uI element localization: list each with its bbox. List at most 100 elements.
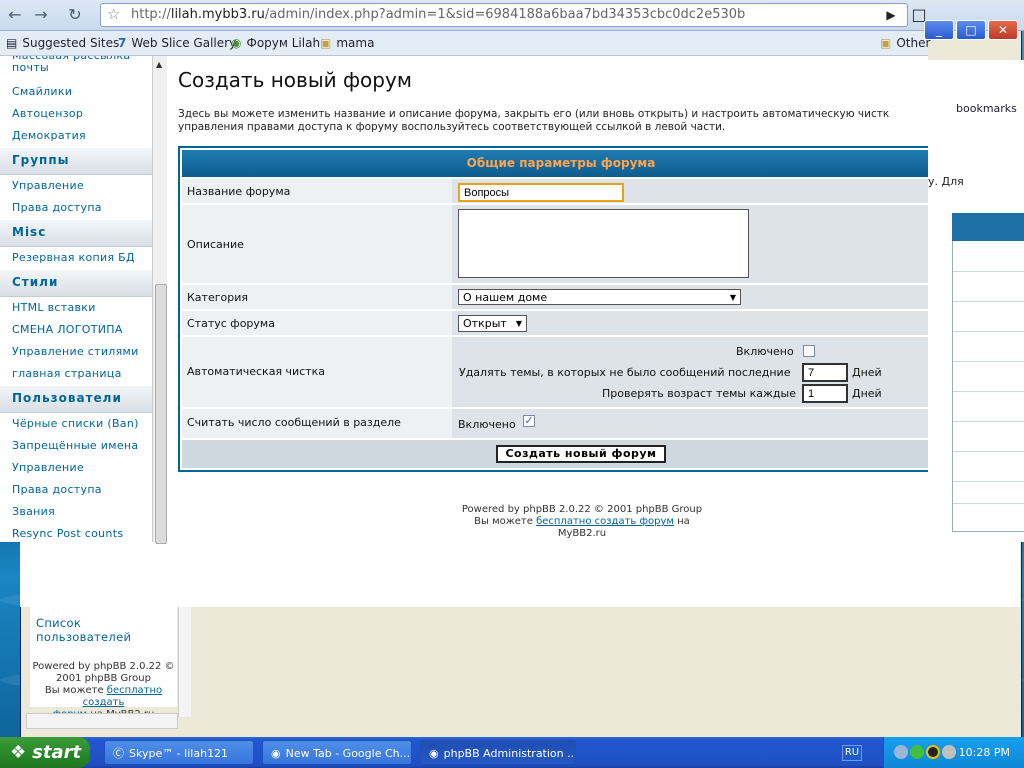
bookmark-suggested-sites[interactable]: ▤ Suggested Sites: [6, 36, 119, 50]
bookmarks-label[interactable]: bookmarks: [956, 102, 1017, 115]
nav-link[interactable]: Управление стилями: [0, 341, 152, 363]
back-arrow-icon[interactable]: ←: [4, 5, 26, 25]
clock: 10:28 PM: [958, 746, 1010, 759]
chrome-icon: ◉: [429, 747, 439, 760]
form-submit-row: Создать новый форум: [182, 440, 928, 468]
prune-days-input[interactable]: [802, 363, 848, 382]
task-skype[interactable]: Ⓒ Skype™ - lilah121: [104, 740, 254, 765]
language-indicator[interactable]: RU: [842, 745, 862, 761]
bookmark-forum-lilah[interactable]: ◉ Форум Lilah: [231, 36, 320, 50]
table-line: [953, 271, 1024, 272]
nav-link[interactable]: Демократия: [0, 125, 152, 147]
skype-tray-icon[interactable]: [910, 745, 924, 759]
footer-link[interactable]: бесплатно создать форум: [536, 516, 674, 527]
bookmark-label: Web Slice Gallery: [131, 36, 237, 50]
nav-scrollbar[interactable]: ▲: [152, 56, 167, 544]
nav-link[interactable]: Чёрные списки (Ban): [0, 413, 152, 435]
task-chrome-new-tab[interactable]: ◉ New Tab - Google Ch...: [262, 740, 412, 765]
slice-icon: 7: [118, 36, 127, 50]
task-chrome-phpbb[interactable]: ◉ phpBB Administration ...: [420, 740, 576, 765]
prune-days-unit: Дней: [852, 366, 882, 379]
windows-taskbar: ❖ start Ⓒ Skype™ - lilah121 ◉ New Tab - Goo…: [0, 737, 1024, 768]
user-list-link[interactable]: Список пользователей: [36, 616, 177, 644]
footer-text: Powered by phpBB 2.0.22 ©: [32, 661, 175, 672]
reload-icon[interactable]: ↻: [64, 5, 86, 25]
nav-section-header: Misc: [0, 219, 152, 247]
browser-window: ← → ↻ ☆ http://lilah.mybb3.ru/admin/inde…: [0, 0, 1024, 544]
background-horizontal-scrollbar[interactable]: [26, 713, 178, 729]
start-label: start: [32, 742, 82, 763]
nav-link[interactable]: Права доступа: [0, 197, 152, 219]
background-vertical-scrollbar[interactable]: [178, 607, 191, 717]
nav-section-header: Пользователи: [0, 385, 152, 413]
bookmark-label: Suggested Sites: [22, 36, 120, 50]
status-select[interactable]: Открыт ▼: [458, 315, 527, 332]
bookmark-star-icon[interactable]: ☆: [107, 5, 120, 23]
chevron-down-icon: ▼: [729, 293, 736, 302]
bookmark-web-slice-gallery[interactable]: 7 Web Slice Gallery: [118, 36, 236, 50]
category-select[interactable]: О нашем доме ▼: [458, 289, 741, 305]
page-icon: ▤: [6, 36, 18, 50]
maximize-icon[interactable]: □: [956, 20, 986, 40]
footer-text: 2001 phpBB Group: [55, 673, 151, 684]
admin-main-frame: Создать новый форум Здесь вы можете изме…: [167, 56, 928, 542]
table-line: [953, 361, 1024, 362]
minimize-icon[interactable]: _: [924, 20, 954, 40]
window-controls: _ □ ✕: [924, 20, 1020, 40]
nav-link[interactable]: Запрещённые имена: [0, 435, 152, 457]
prune-freq-unit: Дней: [852, 387, 882, 400]
background-footer: Powered by phpBB 2.0.22 © 2001 phpBB Gro…: [30, 661, 177, 721]
bookmark-mama[interactable]: ▣ mama: [320, 36, 374, 50]
table-line: [953, 301, 1024, 302]
go-arrow-icon[interactable]: ▶: [880, 5, 902, 25]
nav-link[interactable]: главная страница: [0, 363, 152, 385]
table-line: [953, 481, 1024, 482]
table-line: [953, 421, 1024, 422]
bookmarks-bar: ▤ Suggested Sites 7 Web Slice Gallery ◉ Фор…: [0, 31, 930, 56]
nav-link[interactable]: Смайлики: [0, 81, 152, 103]
forum-name-input[interactable]: [458, 183, 624, 202]
nav-link[interactable]: СМЕНА ЛОГОТИПА: [0, 319, 152, 341]
nav-link[interactable]: Resync Post counts: [0, 523, 152, 542]
category-label: Категория: [187, 291, 248, 304]
other-bookmarks[interactable]: ▣ Other: [880, 36, 930, 50]
folder-icon: ▣: [320, 36, 332, 50]
category-value: О нашем доме: [463, 291, 548, 304]
nav-link[interactable]: Резервная копия БД: [0, 247, 152, 269]
volume-icon[interactable]: [942, 745, 956, 759]
nav-link[interactable]: Управление: [0, 175, 152, 197]
footer-text: Вы можете: [474, 516, 537, 527]
chevron-down-icon: ▼: [515, 319, 522, 328]
prune-freq-label: Проверять возраст темы каждые: [602, 387, 796, 400]
background-window-frame: [190, 607, 1020, 735]
security-icon[interactable]: [926, 745, 940, 759]
autoprune-enabled-label: Включено: [736, 345, 794, 358]
count-posts-checkbox[interactable]: ✓: [523, 415, 535, 427]
bookmark-label: mama: [336, 36, 375, 50]
description-line: управления правами доступа к форуму восп…: [178, 121, 726, 133]
nav-link[interactable]: Управление: [0, 457, 152, 479]
prune-freq-input[interactable]: [802, 384, 848, 403]
page-title: Создать новый форум: [178, 68, 412, 92]
forward-arrow-icon[interactable]: →: [30, 5, 52, 25]
start-button[interactable]: ❖ start: [0, 737, 90, 768]
background-table-header: [952, 213, 1024, 241]
nav-link[interactable]: HTML вставки: [0, 297, 152, 319]
prune-days-label: Удалять темы, в которых не было сообщени…: [459, 366, 791, 379]
network-icon[interactable]: [894, 745, 908, 759]
nav-link[interactable]: Массовая рассылка почты: [0, 56, 152, 81]
description-textarea[interactable]: [458, 209, 749, 278]
nav-link[interactable]: Автоцензор: [0, 103, 152, 125]
create-forum-button[interactable]: Создать новый форум: [496, 445, 666, 463]
folder-icon: ▣: [880, 36, 892, 50]
close-icon[interactable]: ✕: [988, 20, 1018, 40]
background-table: [952, 241, 1024, 532]
url-domain: lilah.mybb3.ru: [170, 7, 265, 22]
autoprune-checkbox[interactable]: [803, 345, 815, 357]
address-bar[interactable]: ☆ http://lilah.mybb3.ru/admin/index.php?…: [100, 3, 908, 27]
scroll-thumb[interactable]: [155, 284, 167, 544]
scroll-up-icon[interactable]: ▲: [156, 60, 162, 69]
nav-link[interactable]: Права доступа: [0, 479, 152, 501]
nav-link[interactable]: Звания: [0, 501, 152, 523]
page-description: Здесь вы можете изменить название и опис…: [178, 108, 928, 134]
